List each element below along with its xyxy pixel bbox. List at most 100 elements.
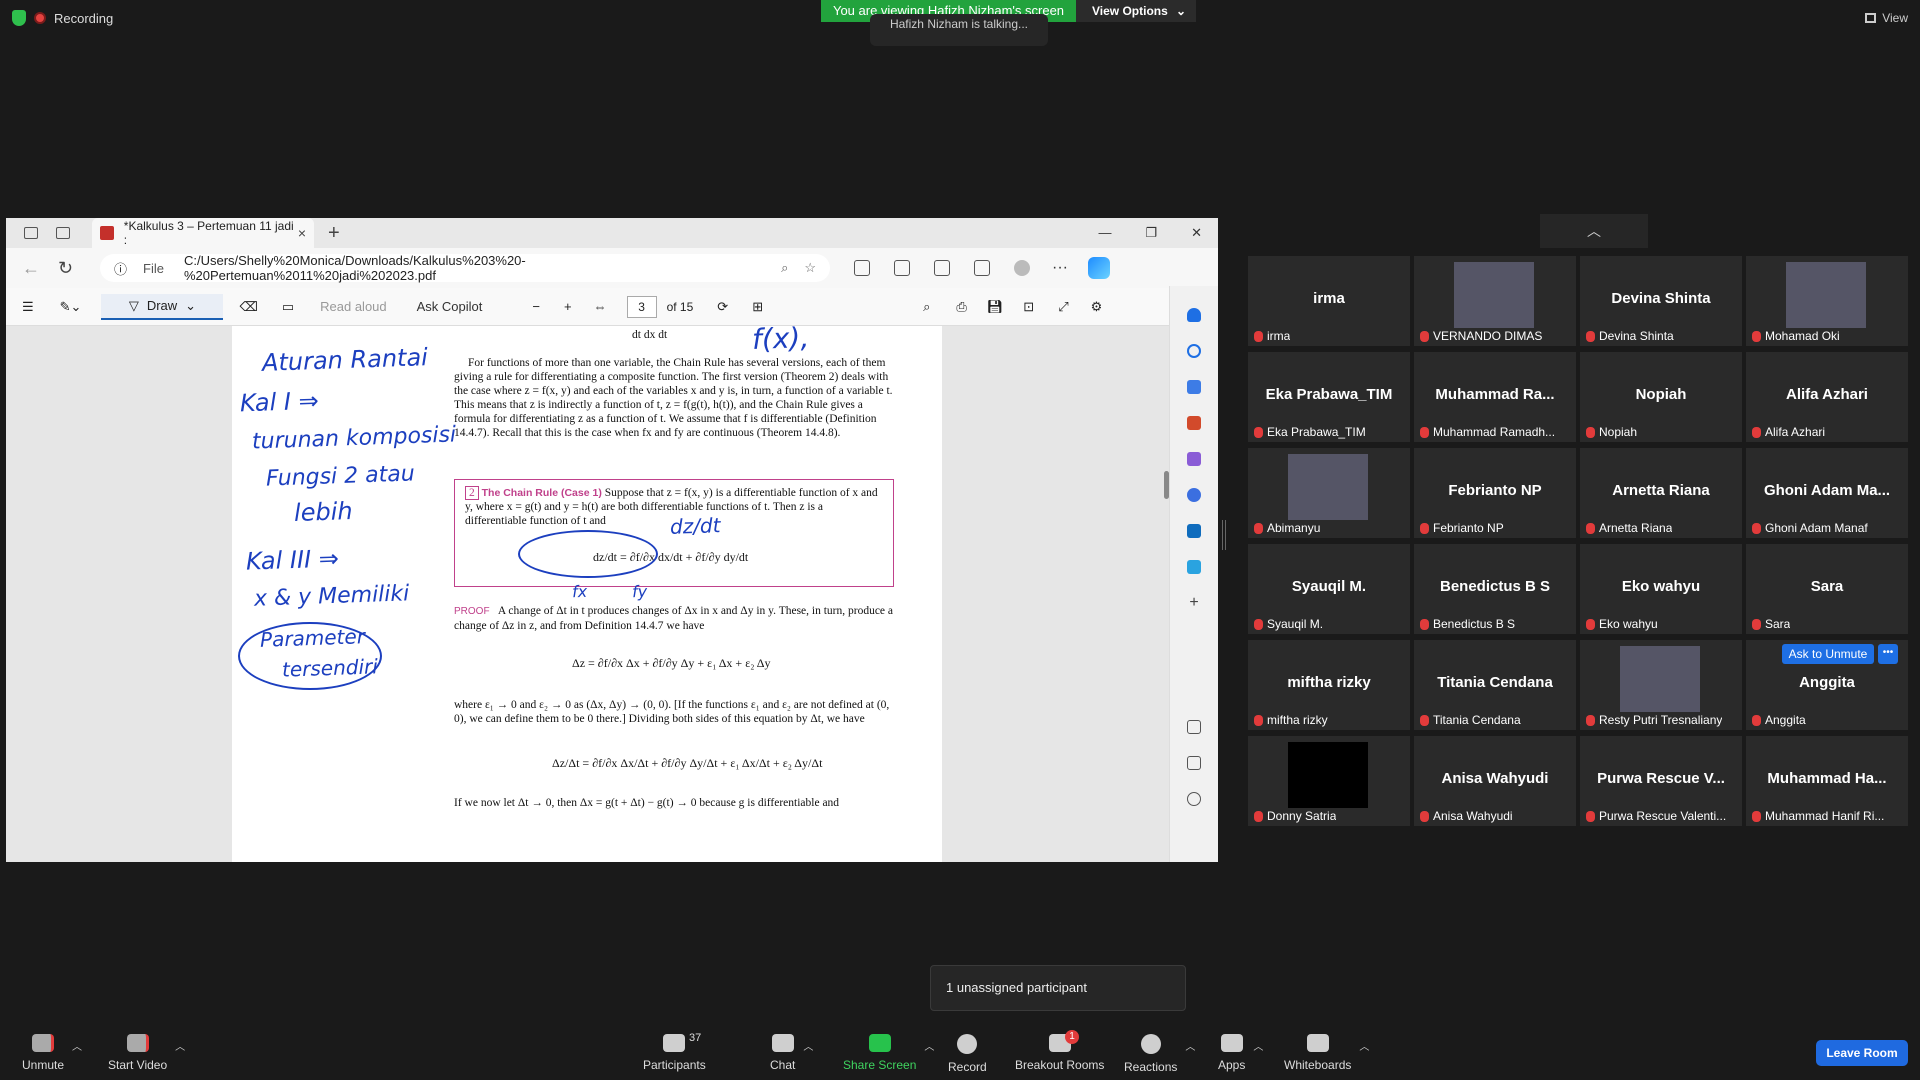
print-icon[interactable]: ⎙ — [956, 299, 966, 315]
send-icon[interactable] — [1187, 560, 1201, 574]
participant-tile[interactable]: Syauqil M. Syauqil M. — [1248, 544, 1410, 634]
more-menu-icon[interactable]: ··· — [1052, 259, 1068, 277]
whiteboards-button[interactable]: Whiteboards ︿ — [1284, 1034, 1369, 1072]
zoom-out-icon[interactable]: − — [532, 299, 540, 314]
participant-tile[interactable]: Sara Sara — [1746, 544, 1908, 634]
page-view-icon[interactable]: ⊞ — [752, 299, 763, 315]
participants-button[interactable]: Participants 37 — [643, 1032, 706, 1072]
unmute-button[interactable]: Unmute ︿ — [22, 1034, 82, 1072]
share-screen-button[interactable]: Share Screen ︿ — [843, 1034, 934, 1072]
fit-page-icon[interactable]: ⇔ — [594, 299, 607, 314]
highlight-icon[interactable]: ✎⌄ — [60, 299, 82, 315]
url-field[interactable]: ⓘ File C:/Users/Shelly%20Monica/Download… — [100, 253, 830, 283]
participant-tile[interactable]: Muhammad Ha... Muhammad Hanif Ri... — [1746, 736, 1908, 826]
participant-tile[interactable]: Donny Satria — [1248, 736, 1410, 826]
refresh-icon[interactable]: ↻ — [58, 258, 78, 279]
add-icon[interactable]: + — [1187, 595, 1201, 611]
participant-tile[interactable]: Mohamad Oki — [1746, 256, 1908, 346]
ask-copilot-button[interactable]: Ask Copilot — [417, 299, 483, 314]
participant-tile[interactable]: Purwa Rescue V... Purwa Rescue Valenti... — [1580, 736, 1742, 826]
participant-tile[interactable]: Arnetta Riana Arnetta Riana — [1580, 448, 1742, 538]
favorites-icon[interactable] — [894, 260, 910, 276]
rotate-icon[interactable]: ⟳ — [717, 299, 728, 315]
zoom-icon[interactable]: ⌕ — [781, 260, 788, 276]
new-tab-icon[interactable]: + — [328, 222, 340, 245]
participant-tile[interactable]: Eka Prabawa_TIM Eka Prabawa_TIM — [1248, 352, 1410, 442]
favorite-star-icon[interactable]: ☆ — [804, 260, 816, 276]
view-button[interactable]: View — [1865, 11, 1908, 25]
chevron-up-icon[interactable]: ︿ — [924, 1038, 934, 1053]
participant-tile[interactable]: Resty Putri Tresnaliany — [1580, 640, 1742, 730]
external-link-icon[interactable] — [1187, 756, 1201, 770]
search-icon[interactable]: ⌕ — [923, 299, 930, 315]
draw-button[interactable]: ▽ Draw ⌄ — [101, 293, 224, 320]
recording-indicator[interactable]: Recording — [12, 10, 113, 26]
workspaces-icon[interactable] — [24, 227, 38, 239]
back-icon[interactable]: ← — [22, 258, 42, 279]
chevron-down-icon[interactable]: ⌄ — [185, 298, 196, 314]
participant-tile[interactable]: irma irma — [1248, 256, 1410, 346]
page-number-input[interactable]: 3 — [626, 295, 657, 318]
fullscreen-icon[interactable]: ⤢ — [1058, 299, 1068, 315]
copilot-app-icon[interactable] — [1187, 488, 1201, 502]
participant-tile[interactable]: Ghoni Adam Ma... Ghoni Adam Manaf — [1746, 448, 1908, 538]
people-icon[interactable] — [1187, 452, 1201, 466]
chevron-up-icon[interactable]: ︿ — [803, 1038, 813, 1053]
participant-tile[interactable]: Benedictus B S Benedictus B S — [1414, 544, 1576, 634]
gallery-collapse-button[interactable]: ︿ — [1540, 214, 1648, 248]
chevron-up-icon[interactable]: ︿ — [1359, 1038, 1369, 1053]
participant-tile[interactable]: Devina Shinta Devina Shinta — [1580, 256, 1742, 346]
tab-actions-icon[interactable] — [56, 227, 70, 239]
view-options-button[interactable]: View Options ⌄ — [1076, 0, 1196, 22]
search-icon[interactable] — [1187, 344, 1201, 358]
minimize-icon[interactable]: — — [1098, 225, 1111, 241]
save-icon[interactable]: 💾︎ — [987, 299, 1004, 315]
record-button[interactable]: Record — [948, 1034, 987, 1074]
text-icon[interactable]: ▭ — [282, 299, 294, 315]
participant-tile[interactable]: Febrianto NP Febrianto NP — [1414, 448, 1576, 538]
window-resize-handle[interactable] — [1222, 520, 1226, 550]
maximize-icon[interactable]: ❐ — [1145, 225, 1157, 241]
toolbox-icon[interactable] — [1187, 416, 1201, 430]
chevron-up-icon[interactable]: ︿ — [1253, 1038, 1263, 1053]
read-aloud-button[interactable]: Read aloud — [320, 299, 387, 314]
participant-tile[interactable]: Alifa Azhari Alifa Azhari — [1746, 352, 1908, 442]
participant-tile[interactable]: miftha rizky miftha rizky — [1248, 640, 1410, 730]
ask-to-unmute-button[interactable]: Ask to Unmute — [1782, 644, 1874, 664]
chevron-up-icon[interactable]: ︿ — [1185, 1038, 1195, 1053]
contents-icon[interactable]: ☰ — [22, 299, 34, 315]
sidebar-toggle-icon[interactable] — [1187, 720, 1201, 734]
participant-tile[interactable]: VERNANDO DIMAS — [1414, 256, 1576, 346]
close-tab-icon[interactable]: × — [298, 225, 306, 241]
participant-tile[interactable]: Titania Cendana Titania Cendana — [1414, 640, 1576, 730]
tag-icon[interactable] — [1187, 380, 1201, 394]
participant-tile[interactable]: Muhammad Ra... Muhammad Ramadh... — [1414, 352, 1576, 442]
reactions-button[interactable]: Reactions ︿ — [1124, 1034, 1195, 1074]
chevron-up-icon[interactable]: ︿ — [72, 1038, 82, 1053]
pdf-viewer[interactable]: dt dx dt f(x), For functions of more tha… — [6, 326, 1169, 862]
participant-tile[interactable]: Nopiah Nopiah — [1580, 352, 1742, 442]
leave-room-button[interactable]: Leave Room — [1816, 1040, 1908, 1066]
settings-icon[interactable] — [1187, 792, 1201, 806]
start-video-button[interactable]: Start Video ︿ — [108, 1034, 185, 1072]
close-window-icon[interactable]: ✕ — [1191, 225, 1202, 241]
browser-essentials-icon[interactable] — [974, 260, 990, 276]
participant-tile[interactable]: Abimanyu — [1248, 448, 1410, 538]
settings-icon[interactable]: ⚙ — [1091, 299, 1103, 315]
participant-tile[interactable]: Anisa Wahyudi Anisa Wahyudi — [1414, 736, 1576, 826]
apps-button[interactable]: Apps ︿ — [1218, 1034, 1263, 1072]
zoom-in-icon[interactable]: + — [564, 299, 572, 314]
save-as-icon[interactable]: ⊡ — [1023, 299, 1034, 315]
bell-icon[interactable] — [1187, 308, 1201, 322]
split-screen-icon[interactable] — [854, 260, 870, 276]
eraser-icon[interactable]: ⌫ — [239, 299, 257, 315]
browser-tab[interactable]: *Kalkulus 3 – Pertemuan 11 jadi : × — [92, 218, 314, 248]
collections-icon[interactable] — [934, 260, 950, 276]
participant-tile[interactable]: Eko wahyu Eko wahyu — [1580, 544, 1742, 634]
copilot-icon[interactable] — [1087, 257, 1110, 279]
more-options-button[interactable]: ••• — [1878, 644, 1898, 664]
chat-button[interactable]: Chat ︿ — [770, 1034, 813, 1072]
profile-icon[interactable] — [1014, 260, 1030, 276]
breakout-rooms-button[interactable]: Breakout Rooms 1 — [1015, 1030, 1104, 1072]
outlook-icon[interactable] — [1187, 524, 1201, 538]
